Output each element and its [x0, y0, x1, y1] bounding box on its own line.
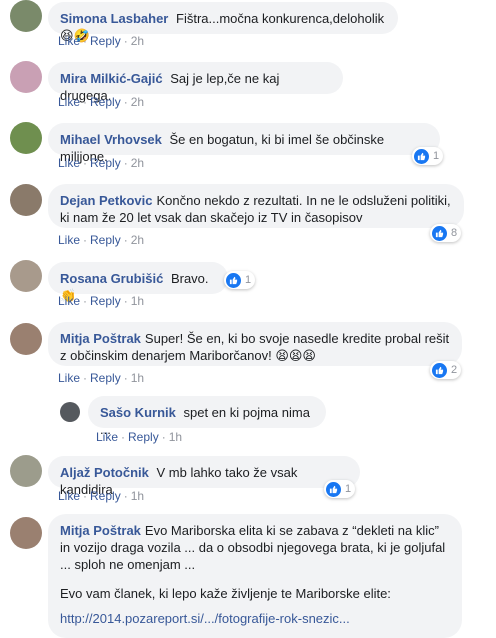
reply-link[interactable]: Reply — [128, 430, 159, 444]
avatar[interactable] — [60, 402, 80, 422]
comment-text: in vozijo draga vozila ... da o obsodbi … — [60, 540, 446, 555]
comment-bubble: Mihael Vrhovsek Še en bogatun, ki bi ime… — [48, 123, 440, 164]
reply-link[interactable]: Reply — [90, 371, 121, 385]
timestamp[interactable]: 1h — [169, 430, 182, 444]
thumbs-up-icon — [226, 272, 241, 288]
comment-bubble: Rosana Grubišić Bravo. 👏 — [48, 262, 228, 303]
like-link[interactable]: Like — [58, 371, 80, 385]
comment-text: Evo Mariborska elita ki se zabava z “dek… — [144, 523, 439, 538]
reactions-count[interactable]: 1 — [412, 147, 444, 165]
timestamp[interactable]: 2h — [131, 95, 144, 109]
comment-author[interactable]: Rosana Grubišić — [60, 271, 163, 286]
comment-actions: Like · Reply · 1h — [58, 294, 145, 308]
reply-link[interactable]: Reply — [90, 156, 121, 170]
timestamp[interactable]: 1h — [131, 294, 144, 308]
tired-face-icon: 😫😫😫 — [275, 348, 316, 363]
avatar[interactable] — [10, 455, 42, 487]
comment-bubble: Mitja Poštrak Evo Mariborska elita ki se … — [48, 514, 462, 638]
comment-text: Bravo. — [170, 271, 209, 286]
reactions-count[interactable]: 8 — [430, 224, 462, 242]
comment-bubble: Aljaž Potočnik V mb lahko tako že vsak k… — [48, 456, 360, 497]
comment-actions: Like · Reply · 1h — [58, 371, 145, 385]
comment-text: Končno nekdo z rezultati. In ne le odslu… — [156, 193, 451, 208]
comment-actions: Like · Reply · 1h — [58, 489, 145, 503]
like-link[interactable]: Like — [58, 156, 80, 170]
timestamp[interactable]: 2h — [131, 233, 144, 247]
like-link[interactable]: Like — [58, 294, 80, 308]
comment-bubble: Simona Lasbaher Fištra...močna konkurenc… — [48, 2, 398, 43]
avatar[interactable] — [10, 61, 42, 93]
comment-actions: Like · Reply · 2h — [58, 95, 145, 109]
timestamp[interactable]: 2h — [131, 34, 144, 48]
comment-author[interactable]: Mira Milkić-Gajić — [60, 71, 163, 86]
like-link[interactable]: Like — [58, 489, 80, 503]
reply-link[interactable]: Reply — [90, 294, 121, 308]
comment-bubble: Mitja Poštrak Super! Še en, ki bo svoje n… — [48, 322, 462, 366]
comment-text: Super! Še en, ki bo svoje nasedle kredit… — [144, 331, 450, 346]
avatar[interactable] — [10, 517, 42, 549]
comment-text: ... sploh ne omenjam ... — [60, 557, 196, 572]
avatar[interactable] — [10, 260, 42, 292]
comment-text: Fištra...močna konkurenca,deloholik — [176, 11, 385, 26]
reply-link[interactable]: Reply — [90, 489, 121, 503]
like-link[interactable]: Like — [96, 430, 118, 444]
comment-author[interactable]: Sašo Kurnik — [100, 405, 176, 420]
timestamp[interactable]: 1h — [131, 371, 144, 385]
thumbs-up-icon — [432, 362, 447, 378]
comment-author[interactable]: Aljaž Potočnik — [60, 465, 149, 480]
avatar[interactable] — [10, 0, 42, 32]
reply-link[interactable]: Reply — [90, 95, 121, 109]
like-link[interactable]: Like — [58, 34, 80, 48]
comment-author[interactable]: Dejan Petkovic — [60, 193, 153, 208]
comment-actions: Like · Reply · 2h — [58, 156, 145, 170]
reply-link[interactable]: Reply — [90, 34, 121, 48]
like-link[interactable]: Like — [58, 233, 80, 247]
avatar[interactable] — [10, 122, 42, 154]
comment-actions: Like · Reply · 2h — [58, 34, 145, 48]
avatar[interactable] — [10, 184, 42, 216]
comment-author[interactable]: Mitja Poštrak — [60, 523, 141, 538]
comment-actions: Like · Reply · 1h — [96, 430, 183, 444]
timestamp[interactable]: 1h — [131, 489, 144, 503]
thumbs-up-icon — [326, 481, 341, 497]
reactions-count[interactable]: 1 — [324, 480, 356, 498]
comment-author[interactable]: Mitja Poštrak — [60, 331, 141, 346]
thumbs-up-icon — [414, 148, 429, 164]
reply-link[interactable]: Reply — [90, 233, 121, 247]
thumbs-up-icon — [432, 225, 447, 241]
comment-text: ki nam že 20 let vsak dan skačejo iz TV … — [60, 210, 363, 225]
reactions-count[interactable]: 2 — [430, 361, 462, 379]
comment-bubble: Dejan Petkovic Končno nekdo z rezultati. … — [48, 184, 464, 228]
comment-author[interactable]: Mihael Vrhovsek — [60, 132, 162, 147]
reactions-count[interactable]: 1 — [224, 271, 256, 289]
article-link[interactable]: http://2014.pozareport.si/.../fotografij… — [60, 610, 450, 627]
like-link[interactable]: Like — [58, 95, 80, 109]
timestamp[interactable]: 2h — [131, 156, 144, 170]
comment-actions: Like · Reply · 2h — [58, 233, 145, 247]
comment-bubble: Mira Milkić-Gajić Saj je lep,če ne kaj d… — [48, 62, 343, 103]
comment-text: Evo vam članek, ki lepo kaže življenje t… — [60, 586, 391, 601]
comment-text: z občinskim denarjem Mariborčanov! — [60, 348, 272, 363]
avatar[interactable] — [10, 323, 42, 355]
comment-author[interactable]: Simona Lasbaher — [60, 11, 168, 26]
comment-bubble: Sašo Kurnik spet en ki pojma nima ... — [88, 396, 326, 437]
